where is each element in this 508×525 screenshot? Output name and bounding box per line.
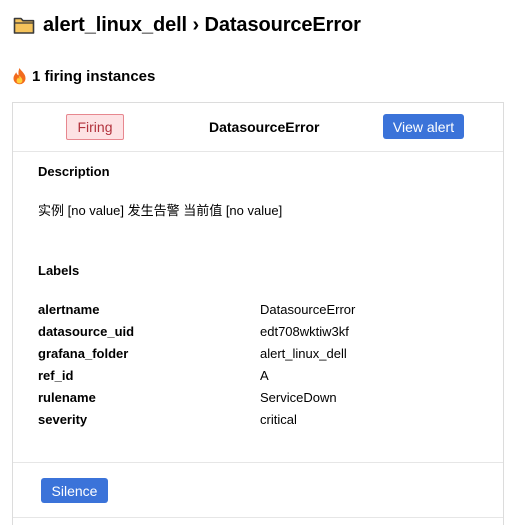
page-title: alert_linux_dell › DatasourceError bbox=[43, 13, 361, 36]
label-key: datasource_uid bbox=[38, 324, 135, 339]
label-row: ref_id A bbox=[38, 368, 478, 390]
alert-name: DatasourceError bbox=[209, 119, 320, 135]
folder-icon bbox=[13, 17, 35, 34]
description-heading: Description bbox=[38, 164, 110, 179]
divider bbox=[13, 517, 503, 518]
label-value: DatasourceError bbox=[260, 302, 356, 317]
firing-summary: 1 firing instances bbox=[12, 66, 155, 86]
firing-count: 1 firing instances bbox=[32, 67, 156, 85]
labels-table: alertname DatasourceError datasource_uid… bbox=[38, 302, 478, 434]
alert-instance-card: Firing DatasourceError View alert Descri… bbox=[12, 102, 504, 525]
divider bbox=[13, 462, 503, 463]
status-badge: Firing bbox=[66, 114, 124, 140]
label-key: alertname bbox=[38, 302, 100, 317]
label-key: rulename bbox=[38, 390, 96, 405]
fire-icon bbox=[13, 68, 26, 85]
label-row: alertname DatasourceError bbox=[38, 302, 478, 324]
label-row: rulename ServiceDown bbox=[38, 390, 478, 412]
alert-notification-page: alert_linux_dell › DatasourceError 1 fir… bbox=[0, 0, 508, 525]
label-value: A bbox=[260, 368, 269, 383]
title-row: alert_linux_dell › DatasourceError bbox=[13, 12, 361, 38]
label-key: severity bbox=[38, 412, 88, 427]
silence-button[interactable]: Silence bbox=[41, 478, 108, 503]
card-header: Firing DatasourceError View alert bbox=[13, 103, 503, 152]
label-value: edt708wktiw3kf bbox=[260, 324, 349, 339]
view-alert-button[interactable]: View alert bbox=[383, 114, 464, 139]
labels-heading: Labels bbox=[38, 263, 80, 278]
label-row: severity critical bbox=[38, 412, 478, 434]
label-value: critical bbox=[260, 412, 297, 427]
label-value: alert_linux_dell bbox=[260, 346, 347, 361]
label-row: grafana_folder alert_linux_dell bbox=[38, 346, 478, 368]
label-key: ref_id bbox=[38, 368, 74, 383]
description-text: 实例 [no value] 发生告警 当前值 [no value] bbox=[38, 203, 283, 218]
label-key: grafana_folder bbox=[38, 346, 129, 361]
label-row: datasource_uid edt708wktiw3kf bbox=[38, 324, 478, 346]
label-value: ServiceDown bbox=[260, 390, 337, 405]
